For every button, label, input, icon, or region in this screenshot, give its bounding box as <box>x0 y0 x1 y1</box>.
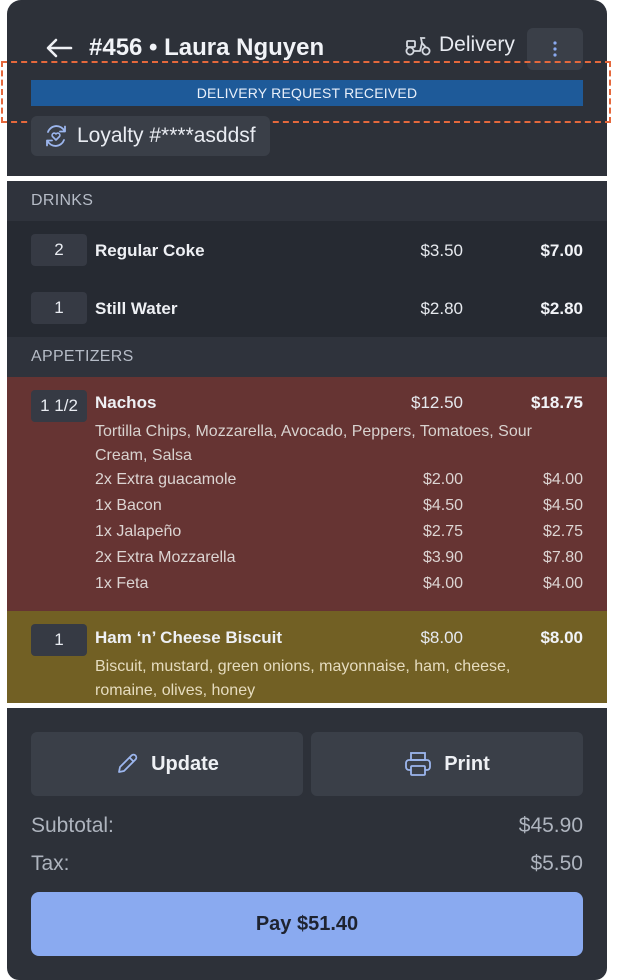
subtotal-value: $45.90 <box>518 814 583 837</box>
item-modifier: 1x Jalapeño $2.75 $2.75 <box>95 523 583 549</box>
loyalty-badge[interactable]: Loyalty #****asddsf <box>31 116 270 156</box>
print-button[interactable]: Print <box>311 732 583 796</box>
item-modifier: 2x Extra guacamole $2.00 $4.00 <box>95 471 583 497</box>
subtotal-label: Subtotal: <box>31 814 114 837</box>
loyalty-label: Loyalty #****asddsf <box>77 124 256 147</box>
item-unit-price: $12.50 <box>411 393 463 412</box>
item-total: $7.00 <box>540 241 583 260</box>
modifier-unit-price: $2.00 <box>422 471 463 488</box>
modifier-unit-price: $4.50 <box>422 497 463 514</box>
modifier-unit-price: $3.90 <box>422 549 463 566</box>
print-label: Print <box>444 752 490 775</box>
more-vertical-icon <box>553 41 557 57</box>
item-modifier: 1x Feta $4.00 $4.00 <box>95 575 583 601</box>
modifier-total: $7.80 <box>542 549 583 566</box>
order-item-row-highlighted[interactable]: 1 Ham ‘n’ Cheese Biscuit $8.00 $8.00 Bis… <box>7 611 607 703</box>
item-modifier: 2x Extra Mozzarella $3.90 $7.80 <box>95 549 583 575</box>
item-modifier: 1x Bacon $4.50 $4.50 <box>95 497 583 523</box>
item-name: Ham ‘n’ Cheese Biscuit <box>95 628 283 647</box>
order-type-label: Delivery <box>439 33 515 56</box>
item-quantity[interactable]: 1 <box>31 292 87 324</box>
modifier-total: $2.75 <box>542 523 583 540</box>
item-unit-price: $8.00 <box>420 628 463 647</box>
order-footer: Update Print Subtotal: $45.90 Tax: $5.50… <box>7 708 607 980</box>
modifier-unit-price: $2.75 <box>422 523 463 540</box>
printer-icon <box>405 752 432 776</box>
pay-button[interactable]: Pay $51.40 <box>31 892 583 956</box>
scooter-icon <box>405 37 431 56</box>
update-button[interactable]: Update <box>31 732 303 796</box>
order-item-row[interactable]: 2 Regular Coke $3.50 $7.00 <box>7 221 607 279</box>
order-title: #456 • Laura Nguyen <box>89 34 325 61</box>
loyalty-refresh-icon <box>46 125 66 147</box>
order-header: #456 • Laura Nguyen Delivery DELIVERY RE… <box>1 0 611 176</box>
back-arrow-icon <box>46 38 73 58</box>
item-total: $8.00 <box>540 628 583 647</box>
item-quantity[interactable]: 2 <box>31 234 87 266</box>
section-header-appetizers: APPETIZERS <box>7 337 607 377</box>
pencil-icon <box>118 753 138 773</box>
modifier-name: 2x Extra guacamole <box>95 471 237 488</box>
item-total: $2.80 <box>540 299 583 318</box>
item-name: Still Water <box>95 299 178 318</box>
modifier-name: 1x Feta <box>95 575 149 592</box>
modifier-total: $4.50 <box>542 497 583 514</box>
status-banner: DELIVERY REQUEST RECEIVED <box>31 80 583 106</box>
item-total: $18.75 <box>531 393 583 412</box>
item-name: Nachos <box>95 393 157 412</box>
item-unit-price: $3.50 <box>420 241 463 260</box>
item-quantity[interactable]: 1 <box>31 624 87 656</box>
modifier-total: $4.00 <box>542 575 583 592</box>
order-item-row-highlighted[interactable]: 1 1/2 Nachos $12.50 $18.75 Tortilla Chip… <box>7 377 607 611</box>
section-header-drinks: DRINKS <box>7 181 607 221</box>
item-quantity[interactable]: 1 1/2 <box>31 390 87 422</box>
order-item-row[interactable]: 1 Still Water $2.80 $2.80 <box>7 279 607 337</box>
item-unit-price: $2.80 <box>420 299 463 318</box>
item-description: Biscuit, mustard, green onions, mayonnai… <box>95 658 511 699</box>
modifier-unit-price: $4.00 <box>422 575 463 592</box>
modifier-total: $4.00 <box>542 471 583 488</box>
tax-label: Tax: <box>31 852 70 875</box>
update-label: Update <box>151 752 219 775</box>
tax-value: $5.50 <box>530 852 583 875</box>
modifier-name: 2x Extra Mozzarella <box>95 549 236 566</box>
modifier-name: 1x Bacon <box>95 497 162 514</box>
item-name: Regular Coke <box>95 241 205 260</box>
order-items: DRINKS 2 Regular Coke $3.50 $7.00 1 Stil… <box>7 181 607 703</box>
modifier-name: 1x Jalapeño <box>95 523 182 540</box>
order-type-delivery[interactable]: Delivery <box>405 33 515 57</box>
item-description: Tortilla Chips, Mozzarella, Avocado, Pep… <box>95 423 532 464</box>
